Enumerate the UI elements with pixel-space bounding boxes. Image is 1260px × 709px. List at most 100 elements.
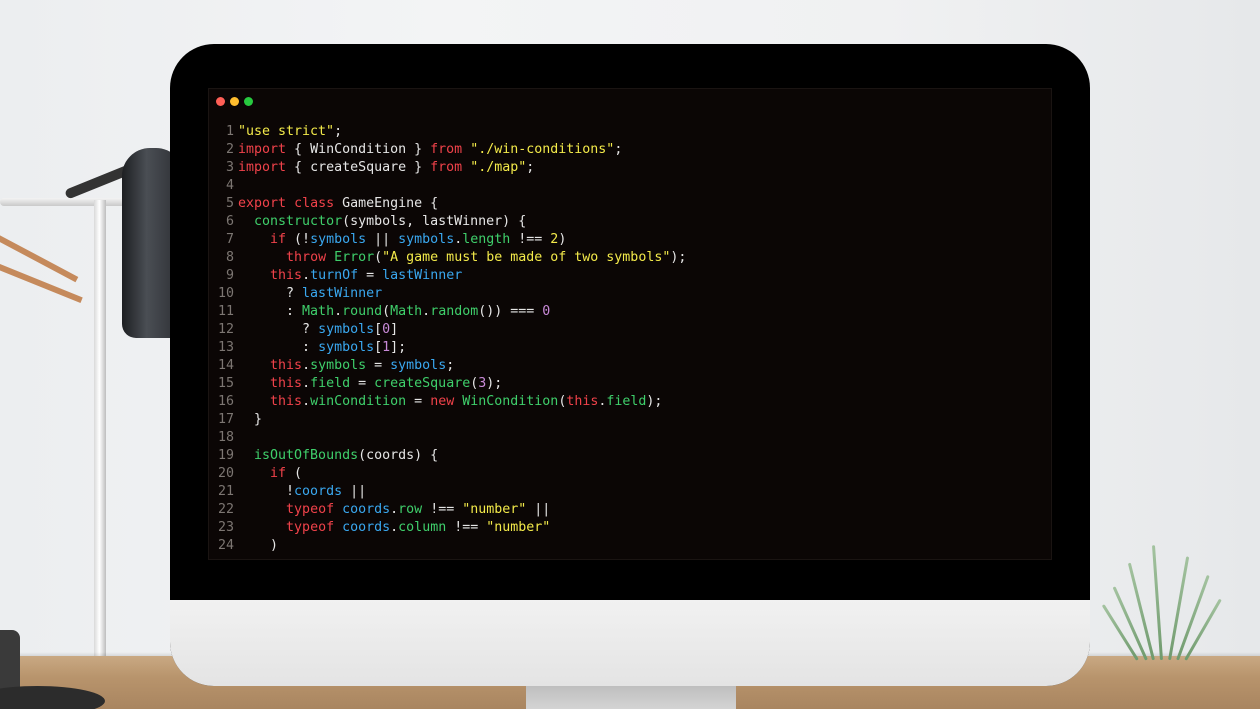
code-token: field (606, 394, 647, 409)
code-token: !== (510, 232, 551, 247)
code-token: symbols (398, 232, 455, 247)
code-token: = (366, 358, 391, 373)
line-number: 14 (217, 358, 234, 373)
code-line: 9 this.turnOf = lastWinner (209, 267, 686, 285)
line-source: if (!symbols || symbols.length !== 2) (234, 231, 566, 249)
plant-leaf (1168, 556, 1190, 661)
line-source: ? symbols[0] (234, 321, 398, 339)
line-number: 17 (217, 412, 234, 427)
line-number: 4 (225, 178, 234, 193)
line-source: : Math.round(Math.random()) === 0 (234, 303, 550, 321)
code-token: ; (334, 124, 343, 139)
code-token: = (350, 376, 375, 391)
code-line: 4 (209, 177, 686, 195)
code-token: createSquare (374, 376, 471, 391)
code-token: new (430, 394, 455, 409)
code-token: "number" (486, 520, 551, 535)
code-token: round (342, 304, 383, 319)
code-line: 23 typeof coords.column !== "number" (209, 519, 686, 537)
line-number: 9 (225, 268, 234, 283)
line-source: constructor(symbols, lastWinner) { (234, 213, 526, 231)
maximize-dot-icon[interactable] (244, 97, 253, 106)
code-token: . (302, 376, 311, 391)
code-token: [ (374, 322, 383, 337)
code-token: this (270, 268, 303, 283)
code-token: symbols (390, 358, 447, 373)
monitor-stand (526, 684, 736, 709)
line-number: 13 (217, 340, 234, 355)
code-area[interactable]: 1 "use strict"; 2 import { WinCondition } f… (209, 123, 686, 555)
code-token: = (358, 268, 383, 283)
line-source: } (234, 411, 262, 429)
code-token: Math (302, 304, 335, 319)
code-token: ! (238, 484, 295, 499)
line-number: 5 (225, 196, 234, 211)
monitor: 1 "use strict"; 2 import { WinCondition } f… (170, 44, 1090, 686)
code-token: GameEngine { (334, 196, 439, 211)
window-controls (216, 97, 253, 106)
code-token: constructor (254, 214, 343, 229)
code-token: length (462, 232, 511, 247)
line-number: 22 (217, 502, 234, 517)
code-token: column (398, 520, 447, 535)
code-token: symbols (318, 322, 375, 337)
line-source: typeof coords.row !== "number" || (234, 501, 550, 519)
line-number: 1 (225, 124, 234, 139)
code-line: 16 this.winCondition = new WinCondition(… (209, 393, 686, 411)
code-token: || (366, 232, 399, 247)
plant-leaf (1151, 545, 1163, 661)
line-source: export class GameEngine { (234, 195, 438, 213)
code-token: "use strict" (238, 124, 335, 139)
line-number: 19 (217, 448, 234, 463)
code-token: . (302, 394, 311, 409)
line-number: 15 (217, 376, 234, 391)
line-source: this.turnOf = lastWinner (234, 267, 462, 285)
minimize-dot-icon[interactable] (230, 97, 239, 106)
code-token: typeof (286, 502, 335, 517)
code-token: : (238, 340, 319, 355)
code-line: 11 : Math.round(Math.random()) === 0 (209, 303, 686, 321)
code-token: . (302, 358, 311, 373)
code-token: ? (238, 322, 319, 337)
code-token: ); (486, 376, 503, 391)
line-source: isOutOfBounds(coords) { (234, 447, 438, 465)
code-token: Math (390, 304, 423, 319)
code-token: 0 (542, 304, 551, 319)
code-line: 1 "use strict"; (209, 123, 686, 141)
line-number: 2 (225, 142, 234, 157)
line-number: 7 (225, 232, 234, 247)
code-token: . (390, 502, 399, 517)
code-line: 14 this.symbols = symbols; (209, 357, 686, 375)
code-token: "number" (462, 502, 527, 517)
line-source: this.winCondition = new WinCondition(thi… (234, 393, 662, 411)
code-token: lastWinner (382, 268, 463, 283)
code-token: field (310, 376, 351, 391)
code-token: random (430, 304, 479, 319)
line-source: typeof coords.column !== "number" (234, 519, 550, 537)
line-source: ? lastWinner (234, 285, 382, 303)
code-token: : (238, 304, 303, 319)
close-dot-icon[interactable] (216, 97, 225, 106)
code-token: ] (390, 322, 399, 337)
code-token: typeof (286, 520, 335, 535)
code-token: ; (446, 358, 455, 373)
code-token: export (238, 196, 287, 211)
code-token: import (238, 160, 287, 175)
line-source: ) (234, 537, 278, 555)
line-number: 21 (217, 484, 234, 499)
code-token: isOutOfBounds (254, 448, 359, 463)
code-token: if (270, 232, 287, 247)
code-token: . (390, 520, 399, 535)
code-token: throw (286, 250, 327, 265)
code-token: import (238, 142, 287, 157)
code-token: || (526, 502, 551, 517)
code-token: turnOf (310, 268, 359, 283)
